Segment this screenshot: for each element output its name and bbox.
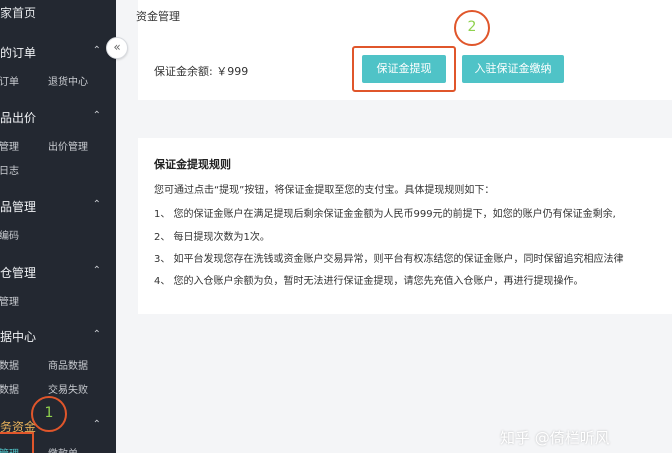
sidebar-section-products[interactable]: 商品管理 ⌃ — [0, 198, 116, 216]
sidebar-section-orders[interactable]: 我的订单 ⌃ — [0, 44, 116, 62]
chevron-up-icon: ⌃ — [92, 419, 101, 430]
step-1-number: 1 — [44, 405, 54, 421]
sidebar-section-label: 商品管理 — [0, 200, 37, 214]
highlight-box-withdraw — [352, 46, 456, 92]
sidebar-section-warehouse[interactable]: 入仓管理 ⌃ — [0, 264, 116, 282]
sidebar-item-returns[interactable]: 退货中心 — [48, 73, 88, 88]
sidebar-item-payment-slip[interactable]: 缴款单 — [48, 445, 78, 453]
sidebar-item-failed-trades[interactable]: 交易失败 — [48, 381, 88, 396]
chevron-up-icon: ⌃ — [92, 265, 101, 276]
sidebar-item-data[interactable]: 数据 — [0, 357, 19, 372]
sidebar-section-bidding[interactable]: 商品出价 ⌃ — [0, 109, 116, 127]
sidebar-item-product-data[interactable]: 商品数据 — [48, 357, 88, 372]
sidebar-item-manage[interactable]: 管理 — [0, 138, 19, 153]
sidebar-item-code[interactable]: 编码 — [0, 227, 19, 242]
chevron-up-icon: ⌃ — [92, 199, 101, 210]
rule-item: 3、 如平台发现您存在洗钱或资金账户交易异常，则平台有权冻结您的保证金账户，同时… — [154, 254, 624, 265]
sidebar-section-label: 商品出价 — [0, 111, 37, 125]
sidebar-item-orders[interactable]: 订单 — [0, 73, 19, 88]
chevron-up-icon: ⌃ — [92, 45, 101, 56]
collapse-sidebar-icon[interactable]: « — [106, 37, 128, 59]
step-1-annotation: 1 — [31, 396, 67, 432]
sidebar-item-data-2[interactable]: 数据 — [0, 381, 19, 396]
step-2-number: 2 — [467, 19, 477, 35]
deposit-balance: 保证金余额: ￥999 — [154, 65, 249, 78]
rule-item: 1、 您的保证金账户在满足提现后剩余保证金金额为人民币999元的前提下，如您的账… — [154, 209, 616, 220]
rule-item: 4、 您的入仓账户余额为负，暂时无法进行保证金提现，请您先充值入仓账户，再进行提… — [154, 276, 584, 287]
chevron-up-icon: ⌃ — [92, 329, 101, 340]
page-title: 资金管理 — [136, 10, 180, 23]
sidebar-section-label: 我的订单 — [0, 46, 37, 60]
highlight-box-sidebar — [0, 432, 34, 453]
sidebar-item-bid-manage[interactable]: 出价管理 — [48, 138, 88, 153]
rules-title: 保证金提现规则 — [154, 158, 231, 171]
sidebar-item-warehouse-manage[interactable]: 管理 — [0, 293, 19, 308]
sidebar-section-label: 入仓管理 — [0, 266, 37, 280]
sidebar: 商家首页 我的订单 ⌃ 订单 退货中心 商品出价 ⌃ 管理 出价管理 日志 商品… — [0, 0, 116, 453]
sidebar-item-home[interactable]: 商家首页 — [0, 4, 36, 21]
sidebar-item-log[interactable]: 日志 — [0, 162, 19, 177]
rule-item: 2、 每日提现次数为1次。 — [154, 232, 270, 243]
sidebar-section-label: 数据中心 — [0, 330, 37, 344]
sidebar-section-data[interactable]: 数据中心 ⌃ — [0, 328, 116, 346]
chevron-up-icon: ⌃ — [92, 110, 101, 121]
pay-deposit-button[interactable]: 入驻保证金缴纳 — [462, 55, 564, 83]
rules-intro: 您可通过点击“提现”按钮，将保证金提取至您的支付宝。具体提现规则如下： — [154, 185, 495, 196]
watermark: 知乎 @倚栏听风 — [500, 429, 610, 447]
step-2-annotation: 2 — [454, 10, 490, 46]
